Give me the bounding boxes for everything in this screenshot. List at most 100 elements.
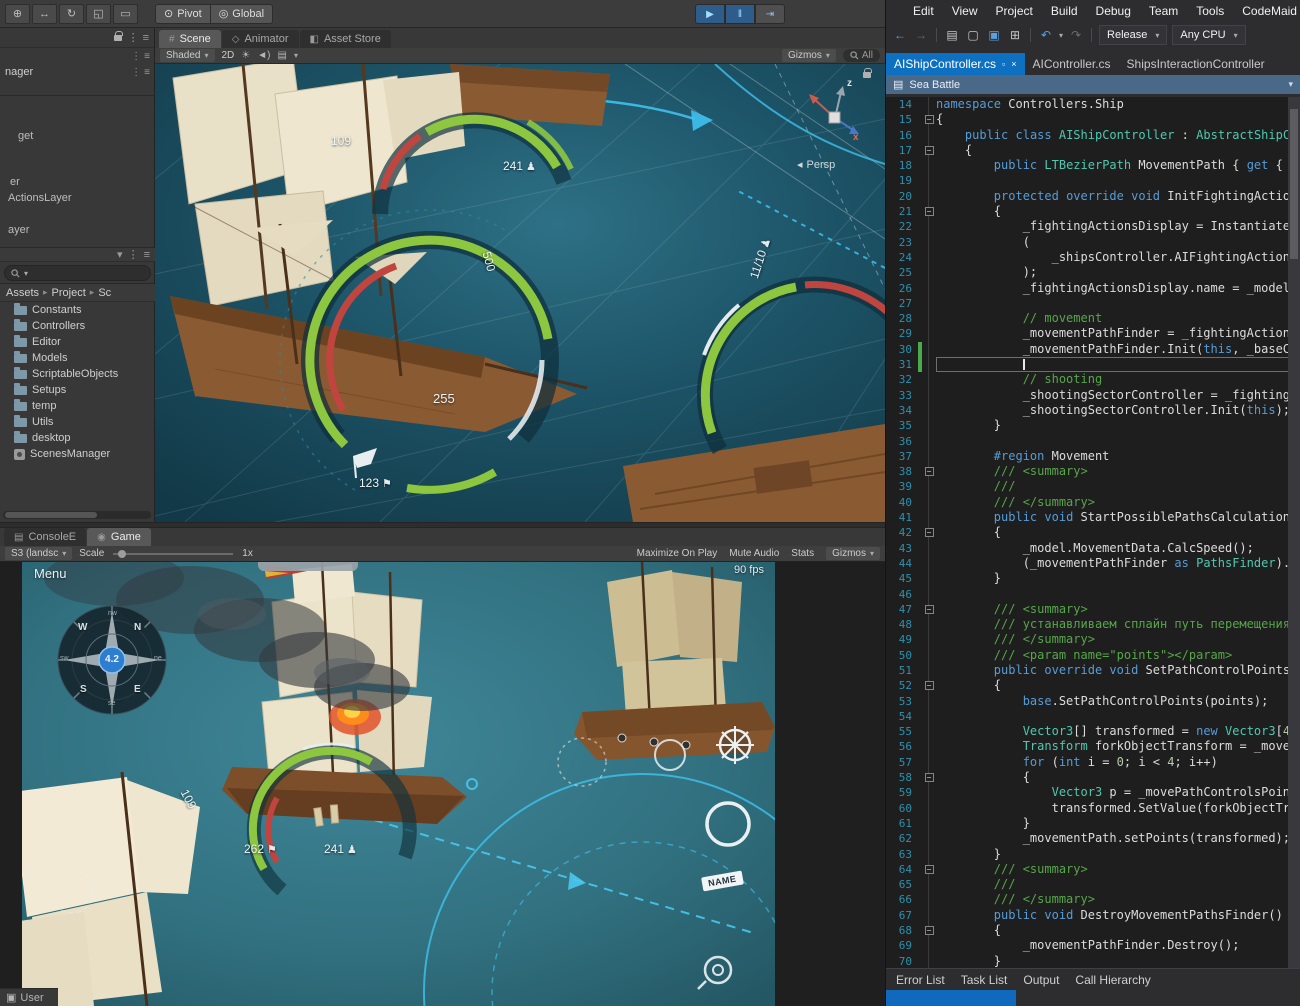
- game-view[interactable]: Menu 90 fps 4.2 NAME 109262⚑241♟NESWnwne…: [22, 562, 775, 1006]
- code-line[interactable]: 28 // movement: [886, 311, 1300, 326]
- undo-icon[interactable]: ↶: [1038, 28, 1054, 42]
- code-line[interactable]: 58− {: [886, 770, 1300, 785]
- breadcrumb-sc[interactable]: Sc: [98, 287, 111, 299]
- open-file-icon[interactable]: ▢: [965, 28, 981, 42]
- axis-x-label[interactable]: x: [853, 132, 859, 143]
- code-line[interactable]: 52− {: [886, 678, 1300, 693]
- code-line[interactable]: 33 _shootingSectorController = _fighting…: [886, 388, 1300, 403]
- code-line[interactable]: 46: [886, 587, 1300, 602]
- code-line[interactable]: 24 _shipsController.AIFightingActionsDi: [886, 250, 1300, 265]
- code-line[interactable]: 55 Vector3[] transformed = new Vector3[4…: [886, 724, 1300, 739]
- menu-icon[interactable]: ≡: [144, 67, 150, 78]
- scale-tool-icon[interactable]: ◱: [86, 4, 111, 24]
- code-line[interactable]: 15−{: [886, 112, 1300, 127]
- code-line[interactable]: 36: [886, 434, 1300, 449]
- global-button[interactable]: ◎ Global: [211, 4, 273, 24]
- code-editor[interactable]: 14namespace Controllers.Ship15−{16 publi…: [886, 97, 1300, 968]
- project-folder-scenesmanager[interactable]: ScenesManager: [0, 446, 155, 462]
- breadcrumb-project[interactable]: Project: [52, 287, 86, 299]
- tab-task-list[interactable]: Task List: [961, 973, 1008, 987]
- code-line[interactable]: 47− /// <summary>: [886, 602, 1300, 617]
- lighting-icon[interactable]: ☀: [241, 50, 250, 61]
- redo-icon[interactable]: ↷: [1068, 28, 1084, 42]
- unity-status-user[interactable]: ▣ User: [0, 988, 58, 1006]
- menu-item-tools[interactable]: Tools: [1187, 4, 1233, 18]
- chevron-down-icon[interactable]: ▾: [294, 51, 298, 60]
- code-line[interactable]: 66 /// </summary>: [886, 892, 1300, 907]
- save-icon[interactable]: ▣: [986, 28, 1002, 42]
- menu-item-codemaid[interactable]: CodeMaid: [1233, 4, 1300, 18]
- code-line[interactable]: 19: [886, 173, 1300, 188]
- new-file-icon[interactable]: ▤: [944, 28, 960, 42]
- menu-icon[interactable]: ≡: [144, 249, 150, 261]
- code-line[interactable]: 41 public void StartPossiblePathsCalcula…: [886, 510, 1300, 525]
- tab-animator[interactable]: ◇ Animator: [222, 30, 299, 48]
- project-search-input[interactable]: ▾: [4, 265, 151, 281]
- code-line[interactable]: 21− {: [886, 204, 1300, 219]
- menu-item-edit[interactable]: Edit: [904, 4, 943, 18]
- code-line[interactable]: 18 public LTBezierPath MovementPath { ge…: [886, 158, 1300, 173]
- code-line[interactable]: 69 _movementPathFinder.Destroy();: [886, 938, 1300, 953]
- scene-orientation-gizmo[interactable]: z x: [795, 74, 875, 154]
- code-line[interactable]: 42− {: [886, 525, 1300, 540]
- code-line[interactable]: 49 /// </summary>: [886, 632, 1300, 647]
- code-line[interactable]: 17− {: [886, 143, 1300, 158]
- hierarchy-item[interactable]: ayer: [8, 224, 29, 236]
- tab-asset-store[interactable]: ◧ Asset Store: [300, 30, 391, 48]
- project-folder-models[interactable]: Models: [0, 350, 155, 366]
- tab-shipsinteractioncontroller[interactable]: ShipsInteractionController: [1119, 53, 1273, 75]
- game-menu-button[interactable]: Menu: [34, 566, 67, 581]
- code-line[interactable]: 37 #region Movement: [886, 449, 1300, 464]
- project-folder-setups[interactable]: Setups: [0, 382, 155, 398]
- stats-toggle[interactable]: Stats: [791, 548, 814, 559]
- more-icon[interactable]: ⋮: [128, 31, 139, 44]
- project-folder-editor[interactable]: Editor: [0, 334, 155, 350]
- code-line[interactable]: 56 Transform forkObjectTransform = _move…: [886, 739, 1300, 754]
- mute-audio-toggle[interactable]: Mute Audio: [729, 548, 779, 559]
- code-line[interactable]: 54: [886, 709, 1300, 724]
- code-line[interactable]: 63 }: [886, 847, 1300, 862]
- hierarchy-item[interactable]: ActionsLayer: [8, 192, 72, 204]
- chevron-down-icon[interactable]: ▾: [1059, 31, 1063, 40]
- code-line[interactable]: 23 (: [886, 235, 1300, 250]
- close-icon[interactable]: ×: [1011, 59, 1016, 69]
- save-all-icon[interactable]: ⊞: [1007, 28, 1023, 42]
- code-line[interactable]: 70 }: [886, 954, 1300, 968]
- menu-item-build[interactable]: Build: [1042, 4, 1087, 18]
- code-line[interactable]: 34 _shootingSectorController.Init(this);: [886, 403, 1300, 418]
- horizontal-scrollbar[interactable]: [3, 511, 151, 519]
- more-icon[interactable]: ⋮: [131, 51, 141, 62]
- menu-icon[interactable]: ≡: [144, 51, 150, 62]
- code-line[interactable]: 39 ///: [886, 479, 1300, 494]
- code-line[interactable]: 29 _movementPathFinder = _fightingAction…: [886, 326, 1300, 341]
- project-folder-desktop[interactable]: desktop: [0, 430, 155, 446]
- fold-gutter[interactable]: −: [922, 525, 936, 540]
- effects-icon[interactable]: ▤: [278, 50, 287, 61]
- lock-icon[interactable]: [114, 35, 122, 41]
- fold-gutter[interactable]: −: [922, 923, 936, 938]
- tab-error-list[interactable]: Error List: [896, 973, 945, 987]
- code-line[interactable]: 53 base.SetPathControlPoints(points);: [886, 694, 1300, 709]
- code-line[interactable]: 68− {: [886, 923, 1300, 938]
- tab-call-hierarchy[interactable]: Call Hierarchy: [1075, 973, 1150, 987]
- rect-tool-icon[interactable]: ▭: [113, 4, 138, 24]
- fold-gutter[interactable]: −: [922, 464, 936, 479]
- code-line[interactable]: 60 transformed.SetValue(forkObjectTrans: [886, 801, 1300, 816]
- project-folder-utils[interactable]: Utils: [0, 414, 155, 430]
- fold-gutter[interactable]: −: [922, 143, 936, 158]
- scrollbar-thumb[interactable]: [1290, 109, 1298, 259]
- code-line[interactable]: 67 public void DestroyMovementPathsFinde…: [886, 908, 1300, 923]
- code-line[interactable]: 14namespace Controllers.Ship: [886, 97, 1300, 112]
- more-icon[interactable]: ⋮: [128, 248, 139, 261]
- tab-game[interactable]: ◉ Game: [87, 528, 151, 546]
- code-line[interactable]: 27: [886, 296, 1300, 311]
- pivot-button[interactable]: ⊙ Pivot: [155, 4, 211, 24]
- tab-aicontroller[interactable]: AIController.cs: [1025, 53, 1119, 75]
- menu-item-debug[interactable]: Debug: [1087, 4, 1140, 18]
- audio-icon[interactable]: ◄): [257, 50, 270, 61]
- play-button[interactable]: ▶: [695, 4, 725, 24]
- code-line[interactable]: 65 ///: [886, 877, 1300, 892]
- fold-gutter[interactable]: −: [922, 112, 936, 127]
- toggle-2d-button[interactable]: 2D: [222, 50, 235, 61]
- project-folder-constants[interactable]: Constants: [0, 302, 155, 318]
